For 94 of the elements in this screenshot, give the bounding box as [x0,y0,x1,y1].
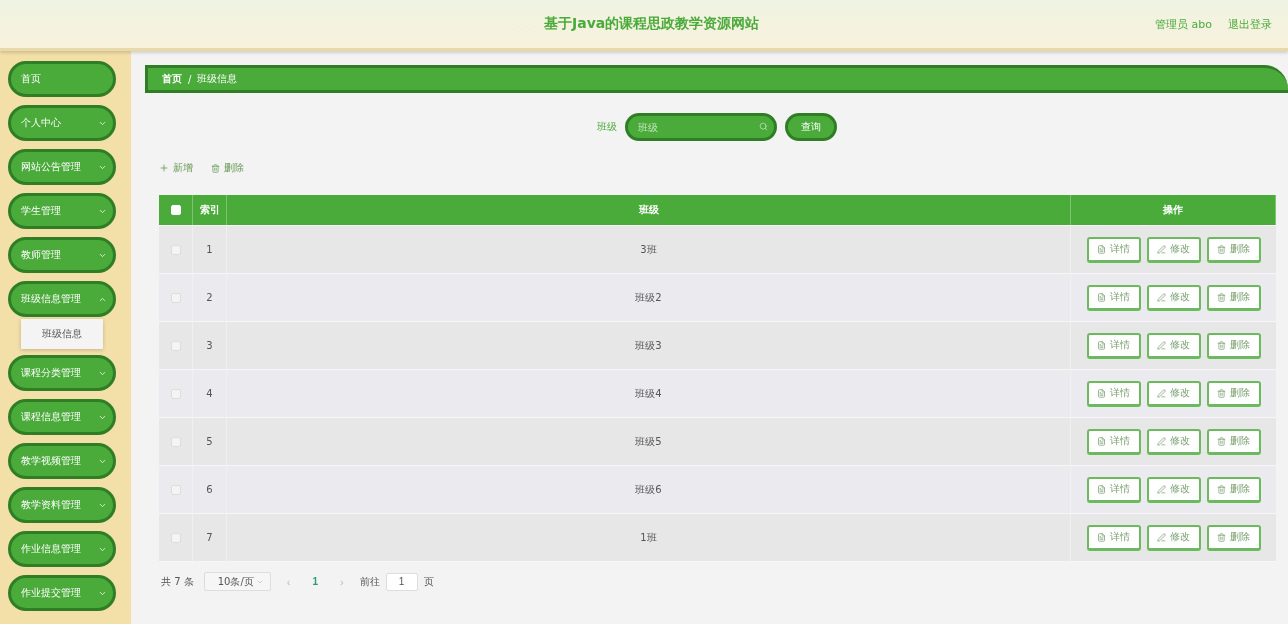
plus-icon [159,163,169,173]
sidebar-item[interactable]: 网站公告管理 [8,149,116,185]
pen-icon [1157,436,1166,446]
table-cell: 1班 [227,514,1071,561]
table-cell: 5 [193,418,227,465]
document-icon [1097,292,1106,302]
breadcrumb-separator: / [188,73,192,85]
row-action-button[interactable]: 详情 [1086,380,1141,407]
page-number[interactable]: 1 [306,575,324,588]
row-action-button[interactable]: 删除 [1206,524,1261,551]
table-cell: 班级4 [227,370,1071,417]
table-cell: 3 [193,322,227,369]
document-icon [1097,484,1106,494]
row-action-button[interactable]: 详情 [1086,284,1141,311]
table-cell: 4 [193,370,227,417]
search-field[interactable]: 班级 [624,113,777,141]
prev-page-button[interactable]: ‹ [280,575,297,588]
page-unit-label: 页 [423,574,434,589]
row-action-button[interactable]: 详情 [1086,476,1141,503]
row-action-button[interactable]: 详情 [1086,524,1141,551]
query-button[interactable]: 查询 [784,113,837,141]
next-page-button[interactable]: › [333,575,350,588]
breadcrumb-item[interactable]: 首页 [162,72,182,86]
document-icon [1097,436,1106,446]
table-cell: 3班 [227,226,1071,273]
row-action-button[interactable]: 详情 [1086,236,1141,263]
site-title: 基于Java的课程思政教学资源网站 [544,15,760,33]
sidebar-item[interactable]: 作业提交管理 [8,575,116,611]
pen-icon [1157,244,1166,254]
column-header: 操作 [1071,195,1276,225]
page-size-select[interactable]: 10条/页 [203,572,271,591]
trash-icon [1217,388,1226,398]
document-icon [1097,532,1106,542]
breadcrumb-item[interactable]: 班级信息 [197,72,238,86]
row-action-button[interactable]: 修改 [1146,284,1201,311]
sidebar-item[interactable]: 教师管理 [8,237,116,273]
row-action-button[interactable]: 删除 [1206,476,1261,503]
document-icon [1097,388,1106,398]
row-action-button[interactable]: 删除 [1206,332,1261,359]
sidebar-item[interactable]: 班级信息管理 [8,281,116,317]
column-header: 班级 [227,195,1071,225]
row-action-button[interactable]: 修改 [1146,332,1201,359]
pen-icon [1157,388,1166,398]
table-cell: 班级6 [227,466,1071,513]
sidebar-item[interactable]: 学生管理 [8,193,116,229]
row-action-button[interactable]: 详情 [1086,332,1141,359]
trash-icon [1217,532,1226,542]
pen-icon [1157,484,1166,494]
table-cell: 2 [193,274,227,321]
row-action-button[interactable]: 修改 [1146,524,1201,551]
sidebar-item[interactable]: 教学视频管理 [8,443,116,479]
row-action-button[interactable]: 删除 [1206,284,1261,311]
pen-icon [1157,532,1166,542]
row-action-button[interactable]: 删除 [1206,380,1261,407]
submenu-item[interactable]: 班级信息 [21,319,103,349]
row-action-button[interactable]: 删除 [1206,236,1261,263]
add-button[interactable]: 新增 [159,161,193,175]
search-icon [758,122,768,131]
user-name: 管理员 abo [1155,16,1212,32]
table-cell: 班级5 [227,418,1071,465]
sidebar-item[interactable]: 课程分类管理 [8,355,116,391]
row-action-button[interactable]: 修改 [1146,476,1201,503]
table-cell: 1 [193,226,227,273]
row-action-button[interactable]: 修改 [1146,236,1201,263]
document-icon [1097,244,1106,254]
column-header: 索引 [193,195,227,225]
table-cell: 6 [193,466,227,513]
row-action-button[interactable]: 修改 [1146,428,1201,455]
pen-icon [1157,292,1166,302]
trash-icon [1217,292,1226,302]
trash-icon [1217,484,1226,494]
table-cell: 班级3 [227,322,1071,369]
table-cell: 7 [193,514,227,561]
page-input[interactable]: 1 [385,572,418,591]
trash-icon [211,163,220,173]
sidebar-item[interactable]: 课程信息管理 [8,399,116,435]
logout-link[interactable]: 退出登录 [1228,16,1272,32]
trash-icon [1217,436,1226,446]
table-cell: 班级2 [227,274,1071,321]
row-action-button[interactable]: 删除 [1206,428,1261,455]
sidebar-item[interactable]: 教学资料管理 [8,487,116,523]
sidebar-item[interactable]: 作业信息管理 [8,531,116,567]
delete-button[interactable]: 删除 [211,161,244,175]
row-action-button[interactable]: 修改 [1146,380,1201,407]
document-icon [1097,340,1106,350]
sidebar-item[interactable]: 个人中心 [8,105,116,141]
total-count: 共 7 条 [161,574,194,589]
trash-icon [1217,340,1226,350]
pen-icon [1157,340,1166,350]
goto-label: 前往 [359,574,380,589]
search-label: 班级 [596,120,617,134]
sidebar-item[interactable]: 首页 [8,61,116,97]
trash-icon [1217,244,1226,254]
row-action-button[interactable]: 详情 [1086,428,1141,455]
